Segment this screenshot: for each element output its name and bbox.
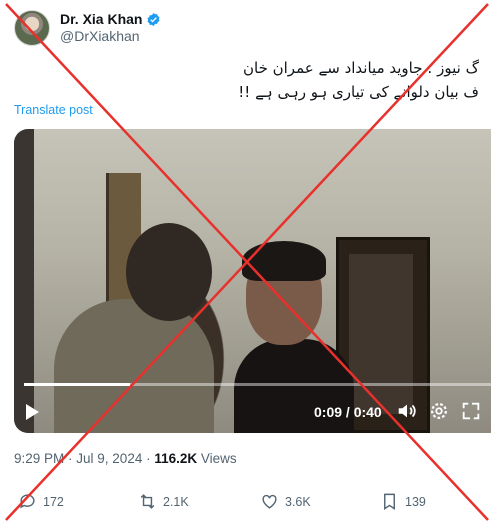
video-player[interactable]: 0:09 / 0:40 bbox=[14, 129, 491, 433]
play-icon[interactable] bbox=[26, 404, 39, 420]
video-frame-person-head bbox=[126, 223, 212, 321]
tweet-header: Dr. Xia Khan @DrXiakhan bbox=[14, 8, 161, 48]
fullscreen-icon[interactable] bbox=[460, 400, 482, 422]
tweet-text-line: گ نیوز : جاوید میانداد سے عمران خان bbox=[242, 59, 479, 77]
video-progress-bar[interactable] bbox=[24, 383, 491, 386]
like-button[interactable]: 3.6K bbox=[260, 492, 311, 511]
views-count: 116.2K bbox=[154, 451, 198, 466]
tweet-actions: 172 2.1K 3.6K 139 bbox=[14, 490, 484, 516]
author-block: Dr. Xia Khan @DrXiakhan bbox=[60, 11, 161, 45]
author-name-row: Dr. Xia Khan bbox=[60, 11, 161, 28]
bookmark-icon bbox=[384, 493, 395, 510]
translate-post-link[interactable]: Translate post bbox=[14, 103, 93, 117]
tweet-text-line: ف بیان دلوانے کی تیاری ہو رہی ہے !! bbox=[238, 83, 479, 101]
tweet-meta: 9:29 PM · Jul 9, 2024 · 116.2K Views bbox=[14, 451, 237, 466]
video-controls: 0:09 / 0:40 bbox=[14, 391, 491, 433]
volume-icon[interactable] bbox=[396, 400, 418, 422]
video-frame-wall bbox=[14, 129, 34, 433]
views-label: Views bbox=[200, 451, 237, 466]
video-timecode: 0:09 / 0:40 bbox=[314, 404, 382, 420]
like-count: 3.6K bbox=[285, 494, 311, 509]
tweet-time[interactable]: 9:29 PM bbox=[14, 451, 64, 466]
meta-separator: · bbox=[64, 451, 77, 466]
reply-button[interactable]: 172 bbox=[18, 492, 64, 511]
bookmark-button[interactable]: 139 bbox=[380, 492, 426, 511]
repost-button[interactable]: 2.1K bbox=[138, 492, 189, 511]
repost-count: 2.1K bbox=[163, 494, 189, 509]
reply-icon bbox=[20, 494, 35, 509]
meta-separator: · bbox=[142, 451, 155, 466]
video-frame-person-hair bbox=[242, 241, 326, 281]
author-display-name[interactable]: Dr. Xia Khan bbox=[60, 11, 142, 28]
video-progress-fill bbox=[24, 383, 130, 386]
heart-icon bbox=[262, 494, 277, 509]
author-handle[interactable]: @DrXiakhan bbox=[60, 28, 161, 45]
verified-badge-icon bbox=[147, 13, 161, 27]
tweet-text: گ نیوز : جاوید میانداد سے عمران خان ف بی… bbox=[119, 56, 479, 104]
reply-count: 172 bbox=[43, 494, 64, 509]
tweet-date[interactable]: Jul 9, 2024 bbox=[76, 451, 142, 466]
bookmark-count: 139 bbox=[405, 494, 426, 509]
avatar[interactable] bbox=[14, 10, 50, 46]
settings-icon[interactable] bbox=[428, 400, 450, 422]
repost-icon bbox=[140, 494, 155, 509]
